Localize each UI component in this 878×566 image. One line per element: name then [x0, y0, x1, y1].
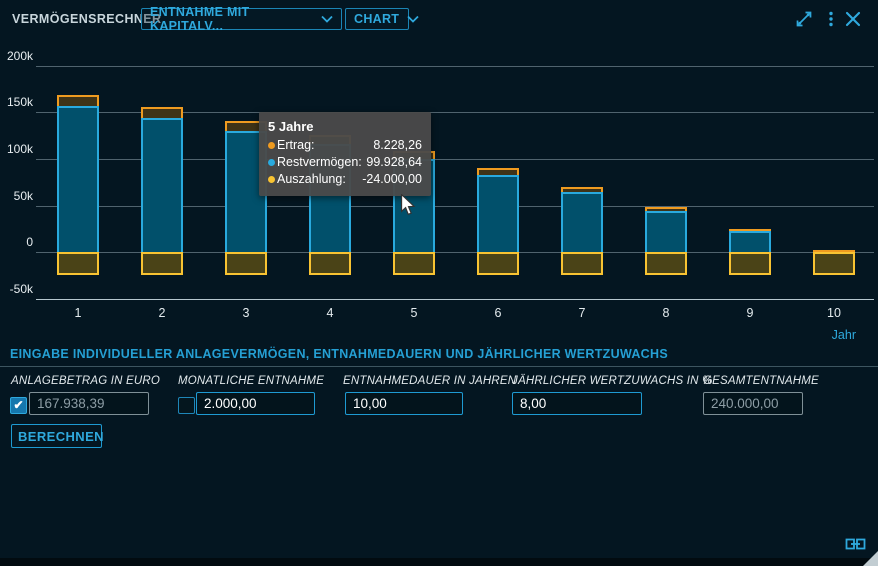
calculation-mode-value: ENTNAHME MIT KAPITALV...	[150, 5, 313, 33]
bar-ertrag-jahr-2[interactable]	[141, 107, 183, 118]
chart-tooltip: 5 Jahre Ertrag:8.228,26Restvermögen:99.9…	[259, 112, 431, 196]
bar-auszahlung-jahr-5[interactable]	[393, 252, 435, 274]
y-axis-tick-label: 100k	[0, 142, 33, 156]
page-title: VERMÖGENSRECHNER	[12, 12, 161, 26]
view-type-value: CHART	[354, 12, 399, 26]
bar-auszahlung-jahr-4[interactable]	[309, 252, 351, 274]
series-bullet-icon	[268, 159, 275, 166]
calculate-button[interactable]: BERECHNEN	[11, 424, 102, 448]
y-axis-tick-label: 150k	[0, 95, 33, 109]
kebab-menu-icon[interactable]	[822, 10, 840, 28]
tooltip-series-label: Auszahlung:	[277, 171, 346, 188]
field-label-dauer: ENTNAHMEDAUER IN JAHREN	[343, 375, 516, 387]
field-label-gesamtentnahme: GESAMTENTNAHME	[703, 375, 819, 387]
calculation-mode-dropdown[interactable]: ENTNAHME MIT KAPITALV...	[141, 8, 342, 30]
input-entnahme[interactable]	[196, 392, 315, 415]
checkbox-entnahme[interactable]	[178, 397, 195, 414]
section-title: EINGABE INDIVIDUELLER ANLAGEVERMÖGEN, EN…	[10, 347, 668, 361]
chevron-down-icon	[407, 15, 419, 23]
bar-auszahlung-jahr-6[interactable]	[477, 252, 519, 274]
x-axis-tick-label: 10	[813, 306, 855, 320]
input-gesamtentnahme[interactable]	[703, 392, 803, 415]
bar-auszahlung-jahr-7[interactable]	[561, 252, 603, 274]
y-axis-tick-label: -50k	[0, 282, 33, 296]
y-axis-tick-label: 0	[0, 235, 33, 249]
checkbox-anlagebetrag[interactable]: ✔	[10, 397, 27, 414]
y-axis-tick-label: 50k	[0, 189, 33, 203]
section-divider	[0, 366, 878, 367]
tooltip-row: Auszahlung: -24.000,00	[268, 171, 422, 188]
bar-restvermoegen-jahr-8[interactable]	[645, 211, 687, 253]
bar-auszahlung-jahr-8[interactable]	[645, 252, 687, 274]
gridline-200k	[36, 66, 874, 67]
tooltip-series-value: -24.000,00	[362, 171, 422, 188]
tooltip-title: 5 Jahre	[268, 119, 422, 134]
tooltip-row: Ertrag: 8.228,26	[268, 137, 422, 154]
tooltip-series-label: Restvermögen:	[277, 154, 362, 171]
chevron-down-icon	[321, 15, 333, 23]
input-anlagebetrag[interactable]	[29, 392, 149, 415]
x-axis-tick-label: 1	[57, 306, 99, 320]
x-axis-tick-label: 5	[393, 306, 435, 320]
tooltip-row: Restvermögen:99.928,64	[268, 154, 422, 171]
vermoegensrechner-window: VERMÖGENSRECHNER ENTNAHME MIT KAPITALV..…	[0, 0, 878, 566]
titlebar: VERMÖGENSRECHNER ENTNAHME MIT KAPITALV..…	[0, 0, 878, 38]
bottom-strip	[0, 558, 878, 566]
link-icon[interactable]	[845, 537, 866, 552]
resize-grip[interactable]	[863, 551, 878, 566]
view-type-dropdown[interactable]: CHART	[345, 8, 409, 30]
bar-ertrag-jahr-9[interactable]	[729, 229, 771, 231]
x-axis-tick-label: 6	[477, 306, 519, 320]
bar-restvermoegen-jahr-9[interactable]	[729, 231, 771, 253]
bar-auszahlung-jahr-9[interactable]	[729, 252, 771, 274]
input-wertzuwachs[interactable]	[512, 392, 642, 415]
bar-auszahlung-jahr-1[interactable]	[57, 252, 99, 274]
bar-ertrag-jahr-7[interactable]	[561, 187, 603, 192]
series-bullet-icon	[268, 176, 275, 183]
close-icon[interactable]	[844, 10, 862, 28]
bar-ertrag-jahr-1[interactable]	[57, 95, 99, 107]
x-axis-tick-label: 3	[225, 306, 267, 320]
x-axis-tick-label: 4	[309, 306, 351, 320]
bar-ertrag-jahr-6[interactable]	[477, 168, 519, 175]
series-bullet-icon	[268, 142, 275, 149]
bar-restvermoegen-jahr-7[interactable]	[561, 192, 603, 252]
x-axis-title: Jahr	[832, 328, 856, 342]
bar-ertrag-jahr-8[interactable]	[645, 207, 687, 211]
bar-restvermoegen-jahr-1[interactable]	[57, 106, 99, 252]
x-axis-tick-label: 9	[729, 306, 771, 320]
field-label-entnahme: MONATLICHE ENTNAHME	[178, 375, 324, 387]
y-axis-tick-label: 200k	[0, 49, 33, 63]
gridline--50k	[36, 299, 874, 300]
bar-restvermoegen-jahr-2[interactable]	[141, 118, 183, 252]
tooltip-series-value: 99.928,64	[366, 154, 422, 171]
bar-restvermoegen-jahr-6[interactable]	[477, 175, 519, 252]
bar-auszahlung-jahr-3[interactable]	[225, 252, 267, 274]
tooltip-series-value: 8.228,26	[373, 137, 422, 154]
x-axis-tick-label: 2	[141, 306, 183, 320]
field-label-wertzuwachs: JÄHRLICHER WERTZUWACHS IN %	[512, 375, 713, 387]
x-axis-tick-label: 7	[561, 306, 603, 320]
x-axis-tick-label: 8	[645, 306, 687, 320]
bar-auszahlung-jahr-10[interactable]	[813, 252, 855, 274]
tooltip-series-label: Ertrag:	[277, 137, 315, 154]
expand-icon[interactable]	[795, 10, 813, 28]
bar-auszahlung-jahr-2[interactable]	[141, 252, 183, 274]
field-label-anlagebetrag: ANLAGEBETRAG IN EURO	[11, 375, 160, 387]
input-dauer[interactable]	[345, 392, 463, 415]
